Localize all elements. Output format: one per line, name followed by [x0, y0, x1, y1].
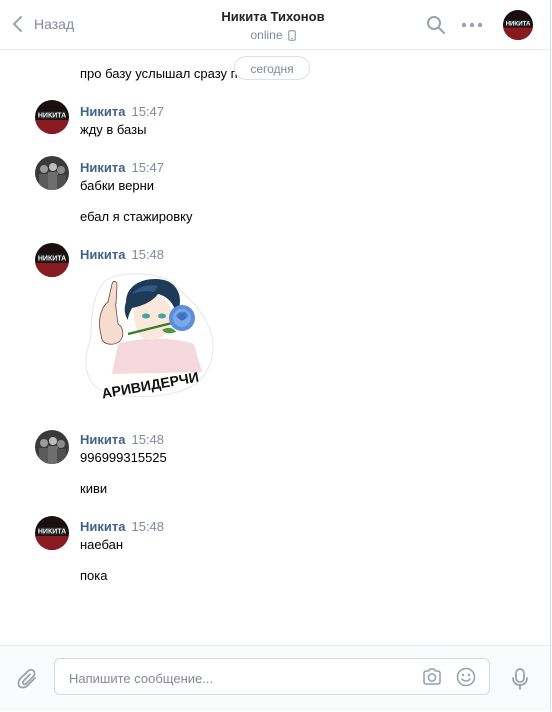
chevron-left-icon — [13, 16, 22, 32]
avatar-image: НИКИТА — [35, 100, 69, 134]
date-separator: сегодня — [234, 56, 310, 80]
author-name[interactable]: Никита — [80, 247, 125, 262]
message-time[interactable]: 15:47 — [131, 104, 164, 119]
message-author: Никита 15:47 — [80, 104, 164, 119]
more-icon[interactable] — [461, 22, 483, 28]
message-text: бабки верни — [80, 178, 155, 193]
avatar-image — [35, 430, 69, 464]
message-text: жду в базы — [80, 122, 147, 137]
svg-text:НИКИТА: НИКИТА — [38, 529, 66, 536]
back-label: Назад — [34, 16, 75, 32]
message-text: про базу услышал сразу п — [80, 66, 238, 81]
mobile-phone-icon — [287, 29, 296, 41]
paperclip-icon[interactable] — [16, 667, 40, 691]
microphone-icon[interactable] — [510, 667, 530, 691]
search-icon[interactable] — [426, 15, 446, 35]
avatar-image: НИКИТА — [503, 10, 533, 40]
message-text: пока — [80, 568, 108, 583]
svg-text:НИКИТА: НИКИТА — [38, 113, 66, 120]
author-avatar[interactable]: НИКИТА — [35, 100, 69, 134]
message-author: Никита 15:48 — [80, 432, 164, 447]
message-time[interactable]: 15:48 — [131, 519, 164, 534]
svg-text:НИКИТА: НИКИТА — [506, 20, 531, 27]
message-text: киви — [80, 481, 108, 496]
message-input[interactable] — [67, 667, 411, 689]
peer-name: Никита Тихонов — [221, 9, 325, 24]
author-avatar[interactable] — [35, 430, 69, 464]
author-name[interactable]: Никита — [80, 432, 125, 447]
message-composer — [0, 645, 550, 711]
chat-header: Назад Никита Тихонов online НИКИТА — [0, 0, 550, 50]
message-author: Никита 15:47 — [80, 160, 164, 175]
avatar[interactable]: НИКИТА — [503, 10, 533, 40]
message-history: про базу услышал сразу п сегодня НИКИТА … — [0, 50, 550, 644]
camera-icon[interactable] — [421, 666, 443, 688]
message-input-box[interactable] — [54, 658, 490, 695]
message-time[interactable]: 15:48 — [131, 432, 164, 447]
peer-status-text: online — [250, 28, 283, 42]
author-avatar[interactable] — [35, 156, 69, 190]
sticker-image[interactable]: АРИВИДЕРЧИ — [84, 272, 216, 400]
author-name[interactable]: Никита — [80, 160, 125, 175]
avatar-image: НИКИТА — [35, 243, 69, 277]
message-author: Никита 15:48 — [80, 247, 164, 262]
author-avatar[interactable]: НИКИТА — [35, 243, 69, 277]
back-button[interactable]: Назад — [10, 13, 74, 35]
author-avatar[interactable]: НИКИТА — [35, 516, 69, 550]
message-time[interactable]: 15:48 — [131, 247, 164, 262]
message-text: ебал я стажировку — [80, 209, 193, 224]
peer-status: online — [250, 28, 296, 42]
author-name[interactable]: Никита — [80, 519, 125, 534]
message-text[interactable]: 996999315525 — [80, 450, 167, 465]
message-author: Никита 15:48 — [80, 519, 164, 534]
avatar-image: НИКИТА — [35, 516, 69, 550]
message-time[interactable]: 15:47 — [131, 160, 164, 175]
smile-icon[interactable] — [455, 666, 477, 688]
chat-window: Назад Никита Тихонов online НИКИТА про б… — [0, 0, 551, 711]
message-text: наебан — [80, 537, 124, 552]
peer-info[interactable]: Никита Тихонов online — [170, 9, 376, 44]
author-name[interactable]: Никита — [80, 104, 125, 119]
svg-text:НИКИТА: НИКИТА — [38, 256, 66, 263]
avatar-image — [35, 156, 69, 190]
